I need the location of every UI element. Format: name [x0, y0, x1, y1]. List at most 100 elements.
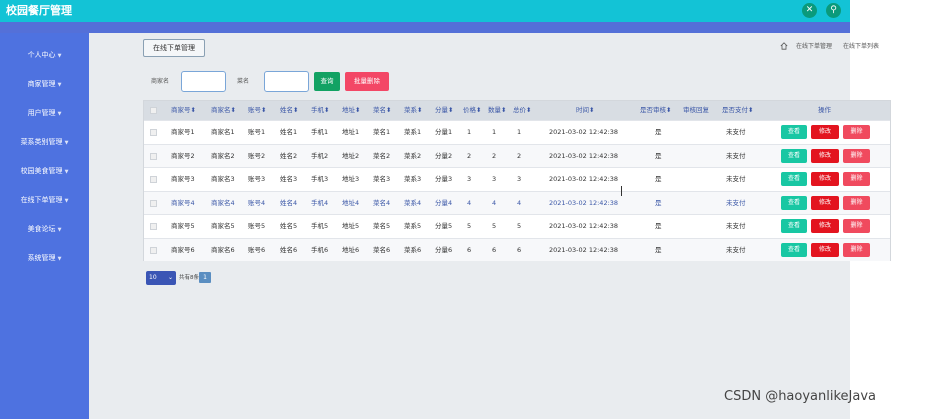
column-header[interactable]: 数量⬍ [488, 106, 506, 115]
column-header[interactable]: 分量⬍ [435, 106, 453, 115]
page-number-button[interactable]: 1 [199, 272, 211, 283]
page-size-select[interactable]: 10 ⌄ [146, 271, 176, 285]
table-cell: 商家名5 [211, 222, 235, 231]
row-checkbox[interactable] [150, 152, 157, 160]
column-header[interactable]: 是否审核⬍ [640, 106, 671, 115]
sidebar-item-online-order[interactable]: 在线下单管理 ▼ [0, 194, 89, 207]
table-cell: 是 [655, 222, 662, 231]
table-cell: 菜系5 [404, 222, 422, 231]
table-row: 商家号4 商家名4 账号4 姓名4 手机4 地址4 菜名4 菜系4 分量4 4 4 4 2021-03-… [144, 190, 890, 214]
column-header[interactable]: 菜名⬍ [373, 106, 391, 115]
table-cell: 6 [492, 246, 497, 254]
top-bar: 校园餐厅管理 ✕ ⚲ [0, 0, 850, 22]
column-header[interactable]: 总价⬍ [513, 106, 531, 115]
edit-button[interactable]: 修改 [811, 219, 839, 234]
table-cell: 账号3 [248, 175, 266, 184]
table-cell: 是 [655, 246, 662, 254]
row-checkbox[interactable] [150, 199, 157, 207]
table-cell: 菜系4 [404, 198, 422, 207]
table-cell: 商家名3 [211, 175, 235, 184]
view-button[interactable]: 查看 [781, 195, 807, 210]
column-header[interactable]: 地址⬍ [342, 106, 360, 115]
column-header[interactable]: 审核回复 [683, 106, 709, 115]
sidebar-item-merchant[interactable]: 商家管理 ▼ [0, 78, 89, 91]
sidebar-item-campus-food[interactable]: 校园美食管理 ▼ [0, 165, 89, 178]
sidebar-item-label: 菜系类别管理 [20, 138, 63, 146]
table-row: 商家号2 商家名2 账号2 姓名2 手机2 地址2 菜名2 菜系2 分量2 2 2 2 2021-03-… [144, 143, 890, 167]
table-row: 商家号3 商家名3 账号3 姓名3 手机3 地址3 菜名3 菜系3 分量3 3 3 3 2021-03-… [144, 167, 890, 191]
table-cell: 账号4 [248, 198, 266, 207]
fullscreen-icon[interactable]: ✕ [802, 3, 817, 18]
sidebar-item-system[interactable]: 系统管理 ▼ [0, 252, 89, 265]
row-checkbox[interactable] [150, 223, 157, 231]
table-cell: 分量4 [435, 198, 453, 207]
bulk-delete-button[interactable]: 批量删除 [345, 72, 389, 91]
edit-button[interactable]: 修改 [811, 243, 839, 257]
chevron-down-icon: ▼ [64, 169, 69, 175]
table-cell: 2021-03-02 12:42:38 [549, 246, 619, 254]
sidebar-item-food-forum[interactable]: 美食论坛 ▼ [0, 223, 89, 236]
sidebar-item-label: 系统管理 [27, 254, 56, 262]
chevron-down-icon: ▼ [57, 111, 62, 117]
view-button[interactable]: 查看 [781, 243, 807, 257]
merchant-name-label: 商家名 [151, 78, 170, 85]
table-cell: 未支付 [726, 222, 746, 231]
text-cursor-icon [621, 186, 626, 196]
table-cell: 地址6 [342, 246, 360, 254]
delete-button[interactable]: 删除 [843, 243, 870, 257]
dish-name-label: 菜名 [237, 78, 250, 85]
table-cell: 地址5 [342, 222, 360, 231]
column-header[interactable]: 账号⬍ [248, 106, 266, 115]
sidebar-item-label: 商家管理 [27, 80, 56, 88]
column-header[interactable]: 时间⬍ [576, 106, 594, 115]
table-cell: 4 [517, 198, 522, 207]
view-button[interactable]: 查看 [781, 148, 807, 163]
column-header[interactable]: 商家名⬍ [211, 106, 236, 115]
column-header[interactable]: 菜系⬍ [404, 106, 422, 115]
row-checkbox[interactable] [150, 129, 157, 136]
row-checkbox[interactable] [150, 176, 157, 184]
chevron-down-icon: ▼ [57, 227, 62, 233]
edit-button[interactable]: 修改 [811, 148, 839, 163]
delete-button[interactable]: 删除 [843, 195, 870, 210]
dish-name-input[interactable] [264, 71, 309, 92]
view-button[interactable]: 查看 [781, 125, 807, 139]
breadcrumb-item[interactable]: 在线下单管理 [796, 43, 832, 51]
table-cell: 2 [492, 151, 497, 160]
table-cell: 地址4 [342, 198, 360, 207]
edit-button[interactable]: 修改 [811, 125, 839, 139]
home-icon[interactable] [780, 42, 788, 50]
select-all-checkbox[interactable] [150, 107, 157, 114]
view-button[interactable]: 查看 [781, 219, 807, 234]
row-checkbox[interactable] [150, 247, 157, 254]
edit-button[interactable]: 修改 [811, 172, 839, 187]
delete-button[interactable]: 删除 [843, 219, 870, 234]
column-header[interactable]: 姓名⬍ [280, 106, 298, 115]
table-cell: 商家号6 [171, 246, 195, 254]
sidebar-item-users[interactable]: 用户管理 ▼ [0, 107, 89, 120]
sidebar-item-cuisine-category[interactable]: 菜系类别管理 ▼ [0, 136, 89, 149]
search-button[interactable]: 查询 [314, 72, 340, 91]
table-cell: 未支付 [726, 128, 746, 136]
edit-button[interactable]: 修改 [811, 195, 839, 210]
delete-button[interactable]: 删除 [843, 125, 870, 139]
view-button[interactable]: 查看 [781, 172, 807, 187]
column-header[interactable]: 手机⬍ [311, 106, 329, 115]
table-cell: 是 [655, 198, 662, 207]
column-header[interactable]: 商家号⬍ [171, 106, 196, 115]
table-cell: 是 [655, 128, 662, 136]
table-cell: 账号2 [248, 151, 266, 160]
column-header[interactable]: 价格⬍ [463, 106, 481, 115]
sidebar-item-personal-center[interactable]: 个人中心 ▼ [0, 49, 89, 62]
table-cell: 手机6 [311, 246, 329, 254]
table-cell: 菜名6 [373, 246, 391, 254]
merchant-name-input[interactable] [181, 71, 226, 92]
delete-button[interactable]: 删除 [843, 172, 870, 187]
column-header[interactable]: 是否支付⬍ [722, 106, 753, 115]
table-cell: 商家名4 [211, 198, 235, 207]
user-icon[interactable]: ⚲ [826, 3, 841, 18]
table-cell: 1 [517, 128, 522, 136]
delete-button[interactable]: 删除 [843, 148, 870, 163]
watermark: CSDN @haoyanlikeJava [724, 389, 877, 404]
tab-online-order[interactable]: 在线下单管理 [143, 39, 205, 57]
